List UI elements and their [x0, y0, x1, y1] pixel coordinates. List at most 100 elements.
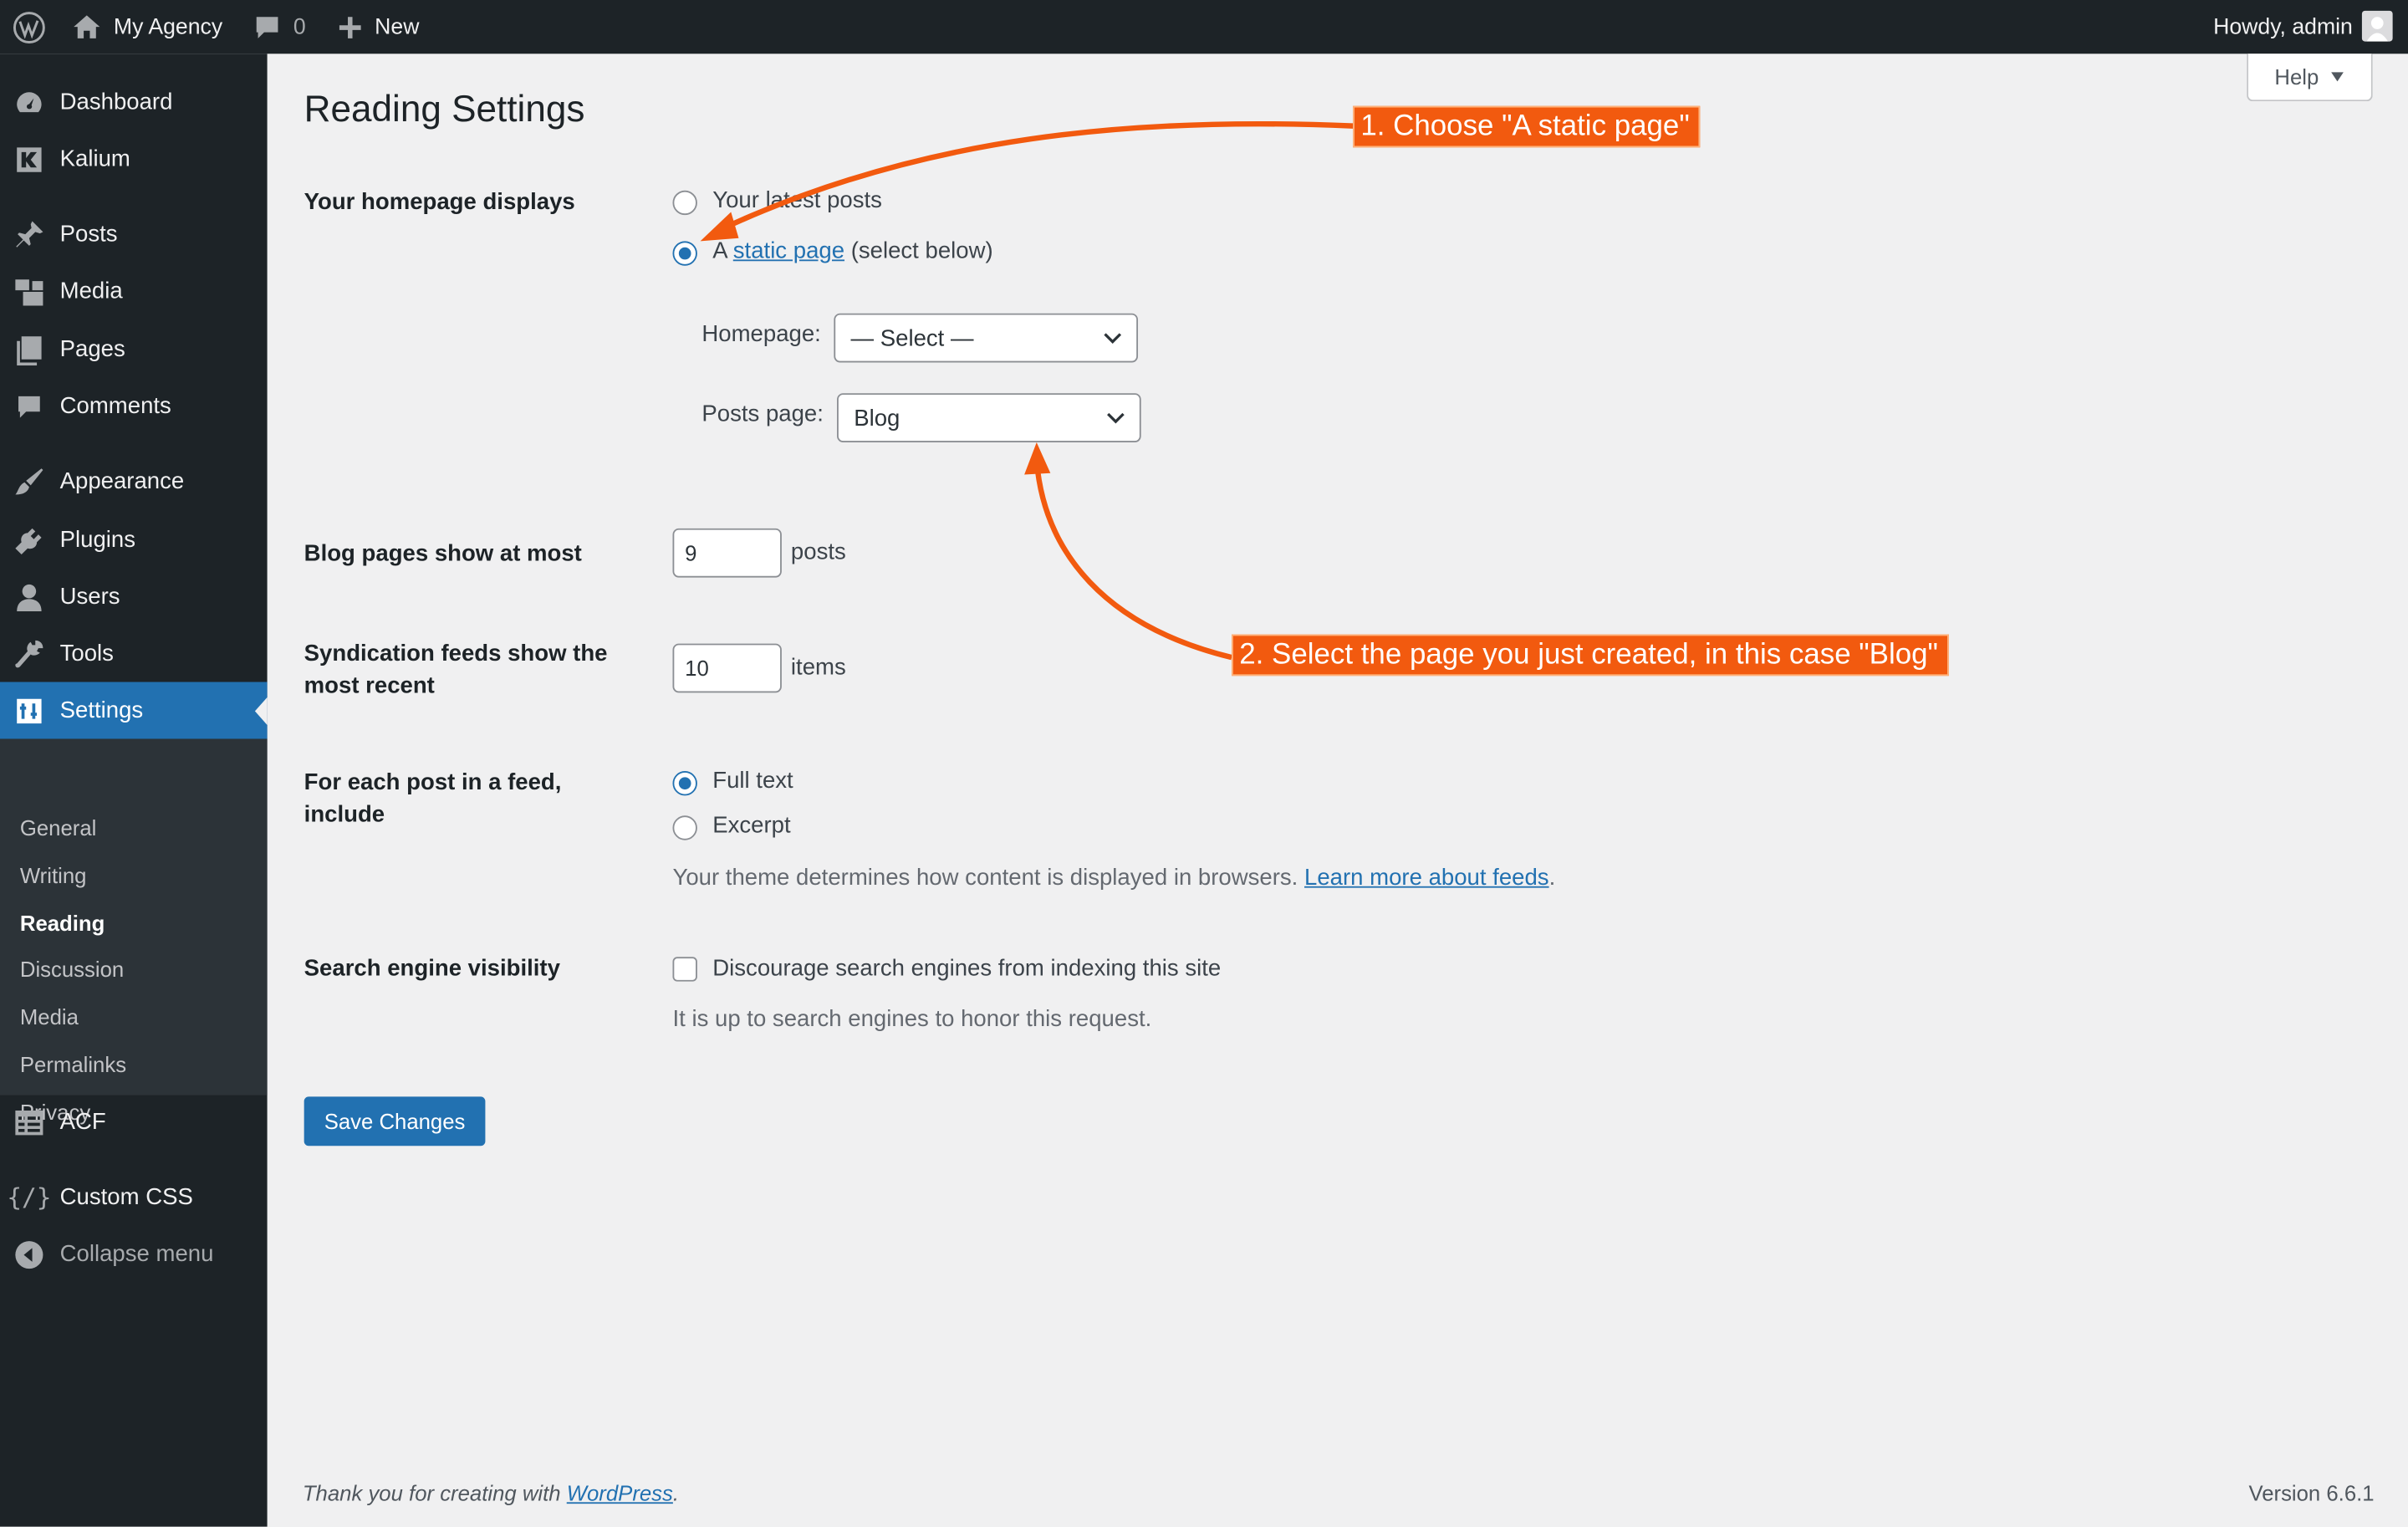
sidebar-item-media[interactable]: Media — [0, 263, 268, 319]
sidebar-item-dashboard[interactable]: Dashboard — [0, 74, 268, 130]
syndication-unit: items — [790, 654, 846, 681]
radio-latest-posts[interactable] — [672, 190, 697, 216]
sidebar-item-plugins[interactable]: Plugins — [0, 512, 268, 569]
collapse-menu-button[interactable]: Collapse menu — [0, 1226, 268, 1283]
admin-bar: My Agency 0 New Howdy, admin — [0, 0, 2408, 54]
syndication-input[interactable]: 10 — [672, 643, 782, 693]
sidebar-item-label: Settings — [59, 697, 144, 724]
static-page-prefix: A — [712, 237, 727, 264]
help-label: Help — [2274, 64, 2319, 89]
pages-icon — [14, 334, 45, 365]
comment-icon — [14, 391, 45, 421]
sidebar-item-kalium[interactable]: Kalium — [0, 130, 268, 187]
syndication-label: Syndication feeds show the most recent — [304, 640, 608, 699]
settings-icon — [14, 695, 45, 726]
sidebar-item-pages[interactable]: Pages — [0, 321, 268, 378]
static-page-link[interactable]: static page — [733, 238, 844, 264]
plus-icon — [339, 16, 361, 38]
wordpress-logo-icon[interactable] — [13, 0, 46, 54]
posts-page-select-value: Blog — [854, 404, 900, 432]
pin-icon — [14, 219, 45, 250]
comment-icon — [256, 16, 278, 38]
chevron-down-icon — [1104, 333, 1122, 345]
user-icon — [14, 581, 45, 612]
sidebar-item-label: ACF — [59, 1109, 106, 1136]
dashboard-icon — [14, 87, 45, 118]
sidebar-item-comments[interactable]: Comments — [0, 378, 268, 435]
sidebar-item-label: Pages — [59, 336, 125, 363]
site-name: My Agency — [113, 14, 223, 39]
search-visibility-description: It is up to search engines to honor this… — [672, 1006, 1152, 1033]
sidebar-item-label: Appearance — [59, 468, 185, 495]
search-visibility-label: Search engine visibility — [304, 955, 560, 982]
sidebar-item-label: Custom CSS — [59, 1184, 193, 1211]
new-content-link[interactable]: New — [338, 0, 419, 54]
footer-thanks-end: . — [672, 1480, 680, 1505]
radio-full-text-label: Full text — [712, 768, 793, 794]
radio-full-text[interactable] — [672, 771, 697, 796]
code-icon: {/} — [7, 1182, 52, 1213]
radio-excerpt[interactable] — [672, 815, 697, 840]
footer-thanks: Thank you for creating with WordPress. — [303, 1481, 679, 1505]
feed-include-label: For each post in a feed, include — [304, 769, 562, 828]
homepage-select[interactable]: — Select — — [834, 313, 1139, 363]
radio-excerpt-label: Excerpt — [712, 812, 791, 839]
discourage-search-label: Discourage search engines from indexing … — [712, 955, 1222, 982]
sidebar-item-settings[interactable]: Settings — [0, 682, 268, 739]
submenu-item-general[interactable]: General — [20, 815, 96, 840]
sidebar-item-label: Posts — [59, 221, 118, 248]
page-title: Reading Settings — [304, 89, 585, 131]
save-changes-button[interactable]: Save Changes — [304, 1096, 486, 1147]
sidebar-item-custom-css[interactable]: {/} Custom CSS — [0, 1169, 268, 1226]
posts-page-select[interactable]: Blog — [837, 393, 1141, 442]
feed-description-end: . — [1548, 865, 1556, 891]
sidebar-item-acf[interactable]: ACF — [0, 1094, 268, 1151]
blog-pages-label: Blog pages show at most — [304, 540, 582, 567]
submenu-item-media[interactable]: Media — [20, 1004, 79, 1029]
help-button[interactable]: Help — [2247, 54, 2373, 102]
submenu-item-discussion[interactable]: Discussion — [20, 957, 124, 981]
radio-static-page[interactable] — [672, 241, 697, 266]
comments-link[interactable]: 0 — [253, 0, 306, 54]
howdy-text: Howdy, admin — [2213, 14, 2353, 39]
submenu-item-writing[interactable]: Writing — [20, 863, 87, 887]
annotation-step-1: 1. Choose "A static page" — [1353, 105, 1701, 148]
sidebar-item-posts[interactable]: Posts — [0, 206, 268, 263]
footer-thanks-text: Thank you for creating with — [302, 1480, 561, 1505]
annotation-arrow-2 — [1033, 460, 1232, 661]
settings-submenu: General Writing Reading Discussion Media… — [0, 738, 268, 1124]
media-icon — [14, 276, 45, 307]
wordpress-link[interactable]: WordPress — [567, 1481, 673, 1505]
static-page-suffix: (select below) — [850, 237, 993, 264]
howdy-link[interactable]: Howdy, admin — [2213, 0, 2353, 54]
sidebar-item-label: Collapse menu — [59, 1241, 214, 1268]
sidebar-item-label: Comments — [59, 393, 171, 420]
caret-down-icon — [2330, 72, 2344, 82]
annotation-arrow-1 — [717, 120, 1354, 233]
submenu-item-reading[interactable]: Reading — [20, 911, 105, 935]
sidebar-item-users[interactable]: Users — [0, 569, 268, 626]
save-changes-label: Save Changes — [324, 1109, 466, 1134]
discourage-search-checkbox[interactable] — [672, 957, 697, 982]
kalium-icon — [14, 144, 45, 175]
learn-more-feeds-link[interactable]: Learn more about feeds — [1304, 865, 1549, 891]
acf-icon — [14, 1106, 45, 1137]
new-label: New — [375, 14, 420, 39]
brush-icon — [14, 466, 45, 497]
sidebar-item-label: Media — [59, 278, 123, 304]
home-icon — [74, 14, 100, 38]
sidebar-item-label: Users — [59, 583, 120, 610]
submenu-item-permalinks[interactable]: Permalinks — [20, 1052, 126, 1076]
annotation-arrowhead-2 — [1024, 442, 1051, 475]
sidebar-item-label: Plugins — [59, 527, 136, 554]
wrench-icon — [14, 638, 45, 669]
avatar[interactable] — [2361, 10, 2393, 42]
sidebar-item-tools[interactable]: Tools — [0, 626, 268, 682]
footer-version: Version 6.6.1 — [2248, 1480, 2375, 1505]
blog-pages-input[interactable]: 9 — [672, 528, 782, 578]
blog-pages-unit: posts — [790, 539, 846, 565]
site-name-link[interactable]: My Agency — [72, 0, 222, 54]
collapse-icon — [14, 1238, 45, 1269]
sidebar-item-appearance[interactable]: Appearance — [0, 453, 268, 510]
homepage-select-label: Homepage: — [701, 320, 821, 348]
